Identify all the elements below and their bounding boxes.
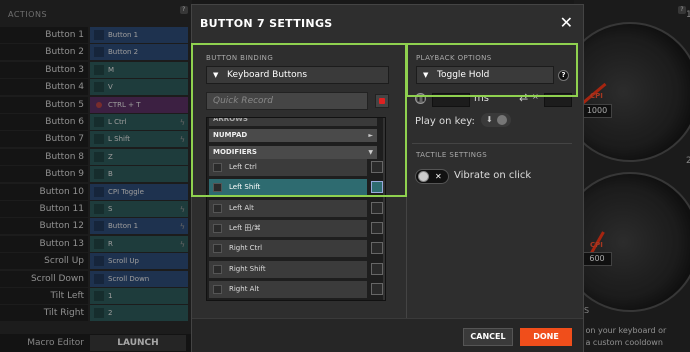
dropdown-arrow-icon: ▼ bbox=[423, 71, 429, 79]
key-label: Left Alt bbox=[229, 203, 254, 212]
record-icon bbox=[379, 98, 385, 104]
toggle-knob bbox=[497, 115, 507, 125]
binding-type-value: Keyboard Buttons bbox=[227, 70, 308, 80]
tactile-section-title: TACTILE SETTINGS bbox=[416, 151, 488, 159]
category-modifiers[interactable]: MODIFIERS ▼ bbox=[209, 146, 377, 159]
key-icon bbox=[213, 223, 222, 233]
key-label: Left Ctrl bbox=[229, 163, 257, 171]
ms-label: ms bbox=[474, 93, 489, 104]
key-icon bbox=[213, 244, 222, 254]
key-list-scrollbar[interactable] bbox=[383, 118, 385, 300]
playback-mode-dropdown[interactable]: ▼ Toggle Hold bbox=[416, 66, 554, 84]
vibrate-label: Vibrate on click bbox=[454, 170, 532, 181]
chevron-right-icon: ► bbox=[368, 132, 373, 139]
repeat-x-label: × bbox=[532, 92, 539, 101]
category-label: NUMPAD bbox=[213, 131, 248, 139]
key-checkbox[interactable] bbox=[371, 262, 383, 275]
chevron-down-icon: ▼ bbox=[368, 149, 373, 156]
key-checkbox[interactable] bbox=[371, 161, 383, 173]
help-icon[interactable]: ? bbox=[558, 70, 569, 81]
binding-type-dropdown[interactable]: ▼ Keyboard Buttons bbox=[206, 66, 389, 84]
key-checkbox[interactable] bbox=[371, 221, 383, 234]
key-option[interactable]: Right Alt bbox=[209, 280, 367, 298]
play-on-key-toggle[interactable]: ⬇ bbox=[481, 113, 511, 127]
record-button[interactable] bbox=[375, 94, 389, 108]
key-label: Right Alt bbox=[229, 284, 260, 293]
column-divider bbox=[406, 43, 407, 318]
arrow-down-icon: ⬇ bbox=[486, 115, 493, 124]
repeat-icon: ⇄ bbox=[519, 91, 529, 104]
dropdown-arrow-icon: ▼ bbox=[213, 71, 219, 79]
delay-ms-input[interactable] bbox=[432, 93, 470, 107]
toggle-knob bbox=[418, 171, 429, 182]
modal-title: BUTTON 7 SETTINGS bbox=[200, 17, 333, 30]
playback-mode-value: Toggle Hold bbox=[437, 70, 490, 80]
category-numpad[interactable]: NUMPAD ► bbox=[209, 129, 377, 142]
key-label: Left Shift bbox=[229, 183, 261, 192]
key-label: Left 田/⌘ bbox=[229, 223, 261, 232]
key-icon bbox=[213, 264, 222, 274]
key-option[interactable]: Left Alt bbox=[209, 199, 367, 217]
key-option[interactable]: Left Shift bbox=[209, 179, 367, 197]
key-label: Right Ctrl bbox=[229, 244, 263, 253]
key-checkbox[interactable] bbox=[371, 242, 383, 255]
category-label: MODIFIERS bbox=[213, 148, 257, 156]
binding-section-title: BUTTON BINDING bbox=[206, 54, 274, 62]
key-checkbox[interactable] bbox=[371, 282, 383, 295]
modal-footer: CANCEL DONE bbox=[192, 318, 583, 352]
repeat-count-input[interactable] bbox=[544, 93, 572, 107]
key-icon bbox=[213, 203, 222, 213]
cancel-button[interactable]: CANCEL bbox=[463, 328, 513, 346]
vibrate-toggle[interactable]: ✕ bbox=[415, 169, 449, 184]
key-option[interactable]: Left Ctrl bbox=[209, 159, 367, 176]
key-label: Right Shift bbox=[229, 264, 266, 273]
key-icon bbox=[213, 284, 222, 294]
category-arrows[interactable]: ARROWS bbox=[209, 118, 377, 126]
key-icon bbox=[213, 183, 222, 193]
play-on-key-label: Play on key: bbox=[415, 116, 475, 127]
close-icon[interactable]: ✕ bbox=[560, 13, 573, 32]
toggle-off-icon: ✕ bbox=[435, 172, 442, 181]
pause-icon: ❚❚ bbox=[415, 93, 427, 104]
section-divider bbox=[412, 143, 572, 144]
key-list: ARROWS NUMPAD ► MODIFIERS ▼ Left Ctrl Left S… bbox=[206, 117, 386, 301]
done-button[interactable]: DONE bbox=[520, 328, 572, 346]
key-checkbox[interactable] bbox=[371, 201, 383, 214]
key-icon bbox=[213, 163, 222, 172]
quick-record-input[interactable]: Quick Record bbox=[206, 92, 368, 110]
key-checkbox[interactable] bbox=[371, 181, 383, 194]
button-settings-modal: BUTTON 7 SETTINGS ✕ BUTTON BINDING ▼ Key… bbox=[191, 4, 584, 352]
app-window: ACTIONS ? Button 1 Button 1 Button 2 Button… bbox=[0, 0, 690, 352]
key-option[interactable]: Right Ctrl bbox=[209, 240, 367, 258]
key-option[interactable]: Left 田/⌘ bbox=[209, 219, 367, 237]
playback-section-title: PLAYBACK OPTIONS bbox=[416, 54, 492, 62]
key-option[interactable]: Right Shift bbox=[209, 260, 367, 278]
